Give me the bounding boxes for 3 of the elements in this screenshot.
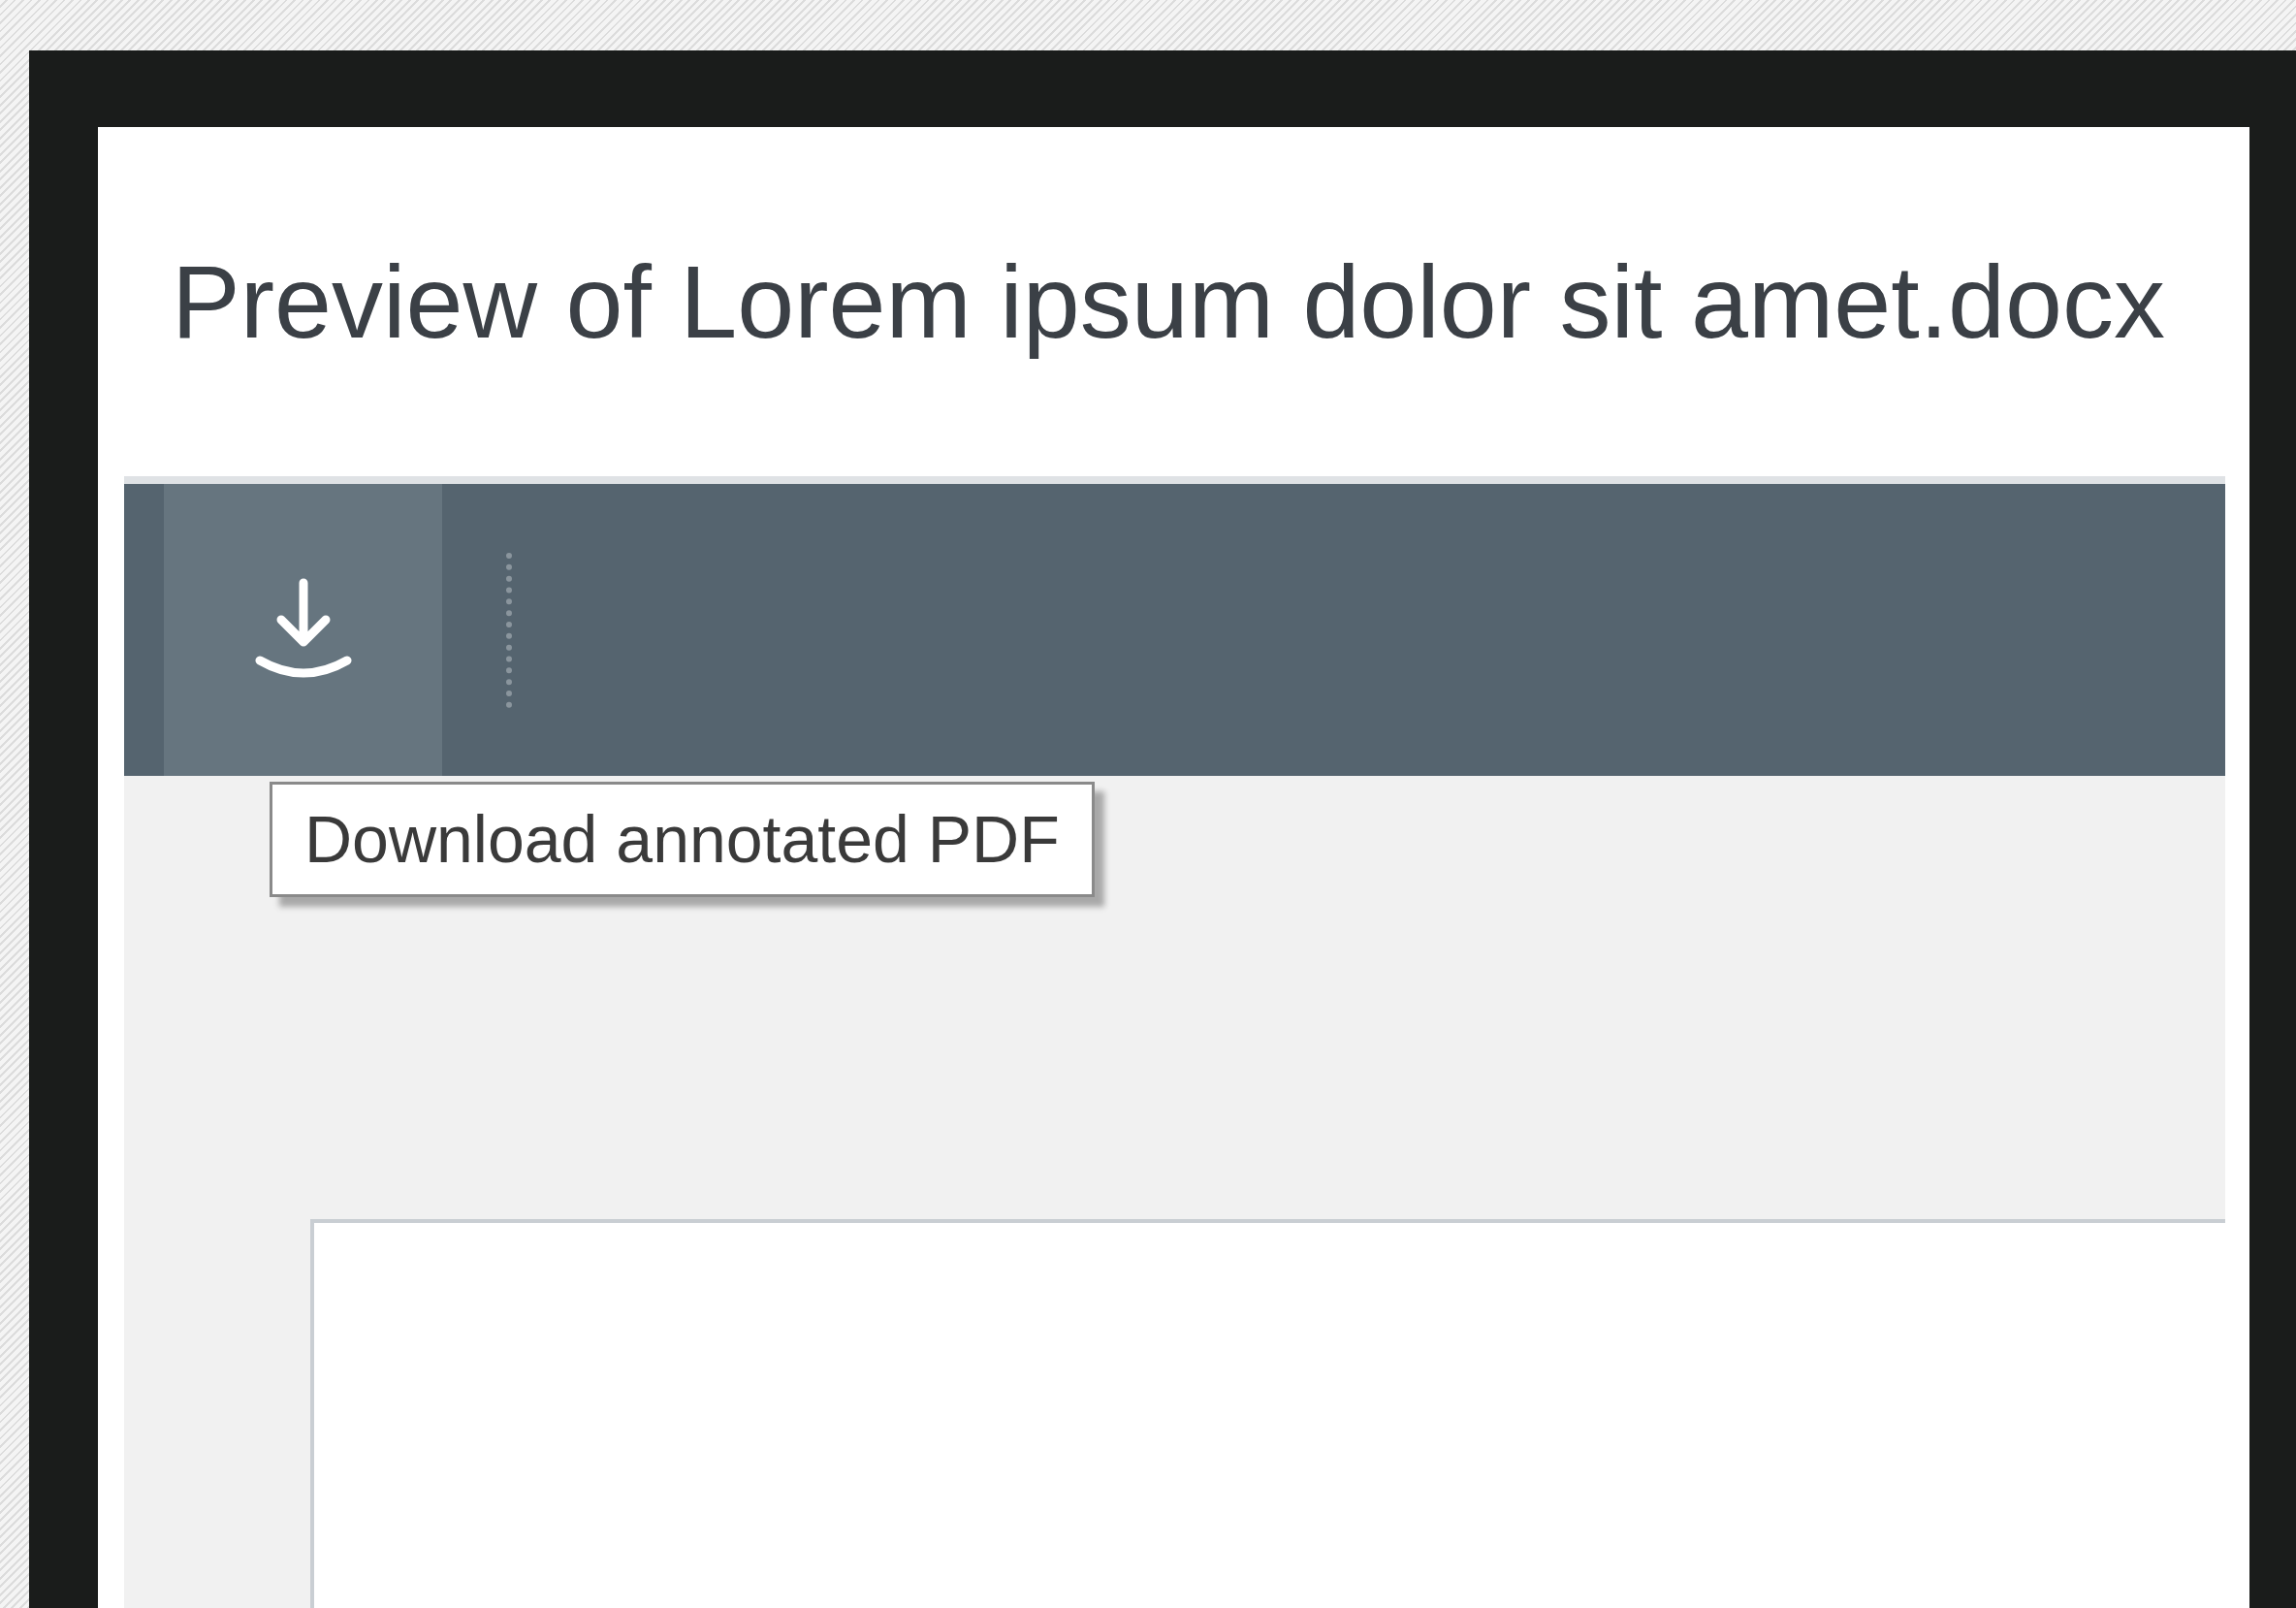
tooltip: Download annotated PDF [270, 782, 1095, 897]
download-button[interactable] [164, 484, 442, 776]
dialog-title: Preview of Lorem ipsum dolor sit amet.docx [172, 242, 2166, 361]
